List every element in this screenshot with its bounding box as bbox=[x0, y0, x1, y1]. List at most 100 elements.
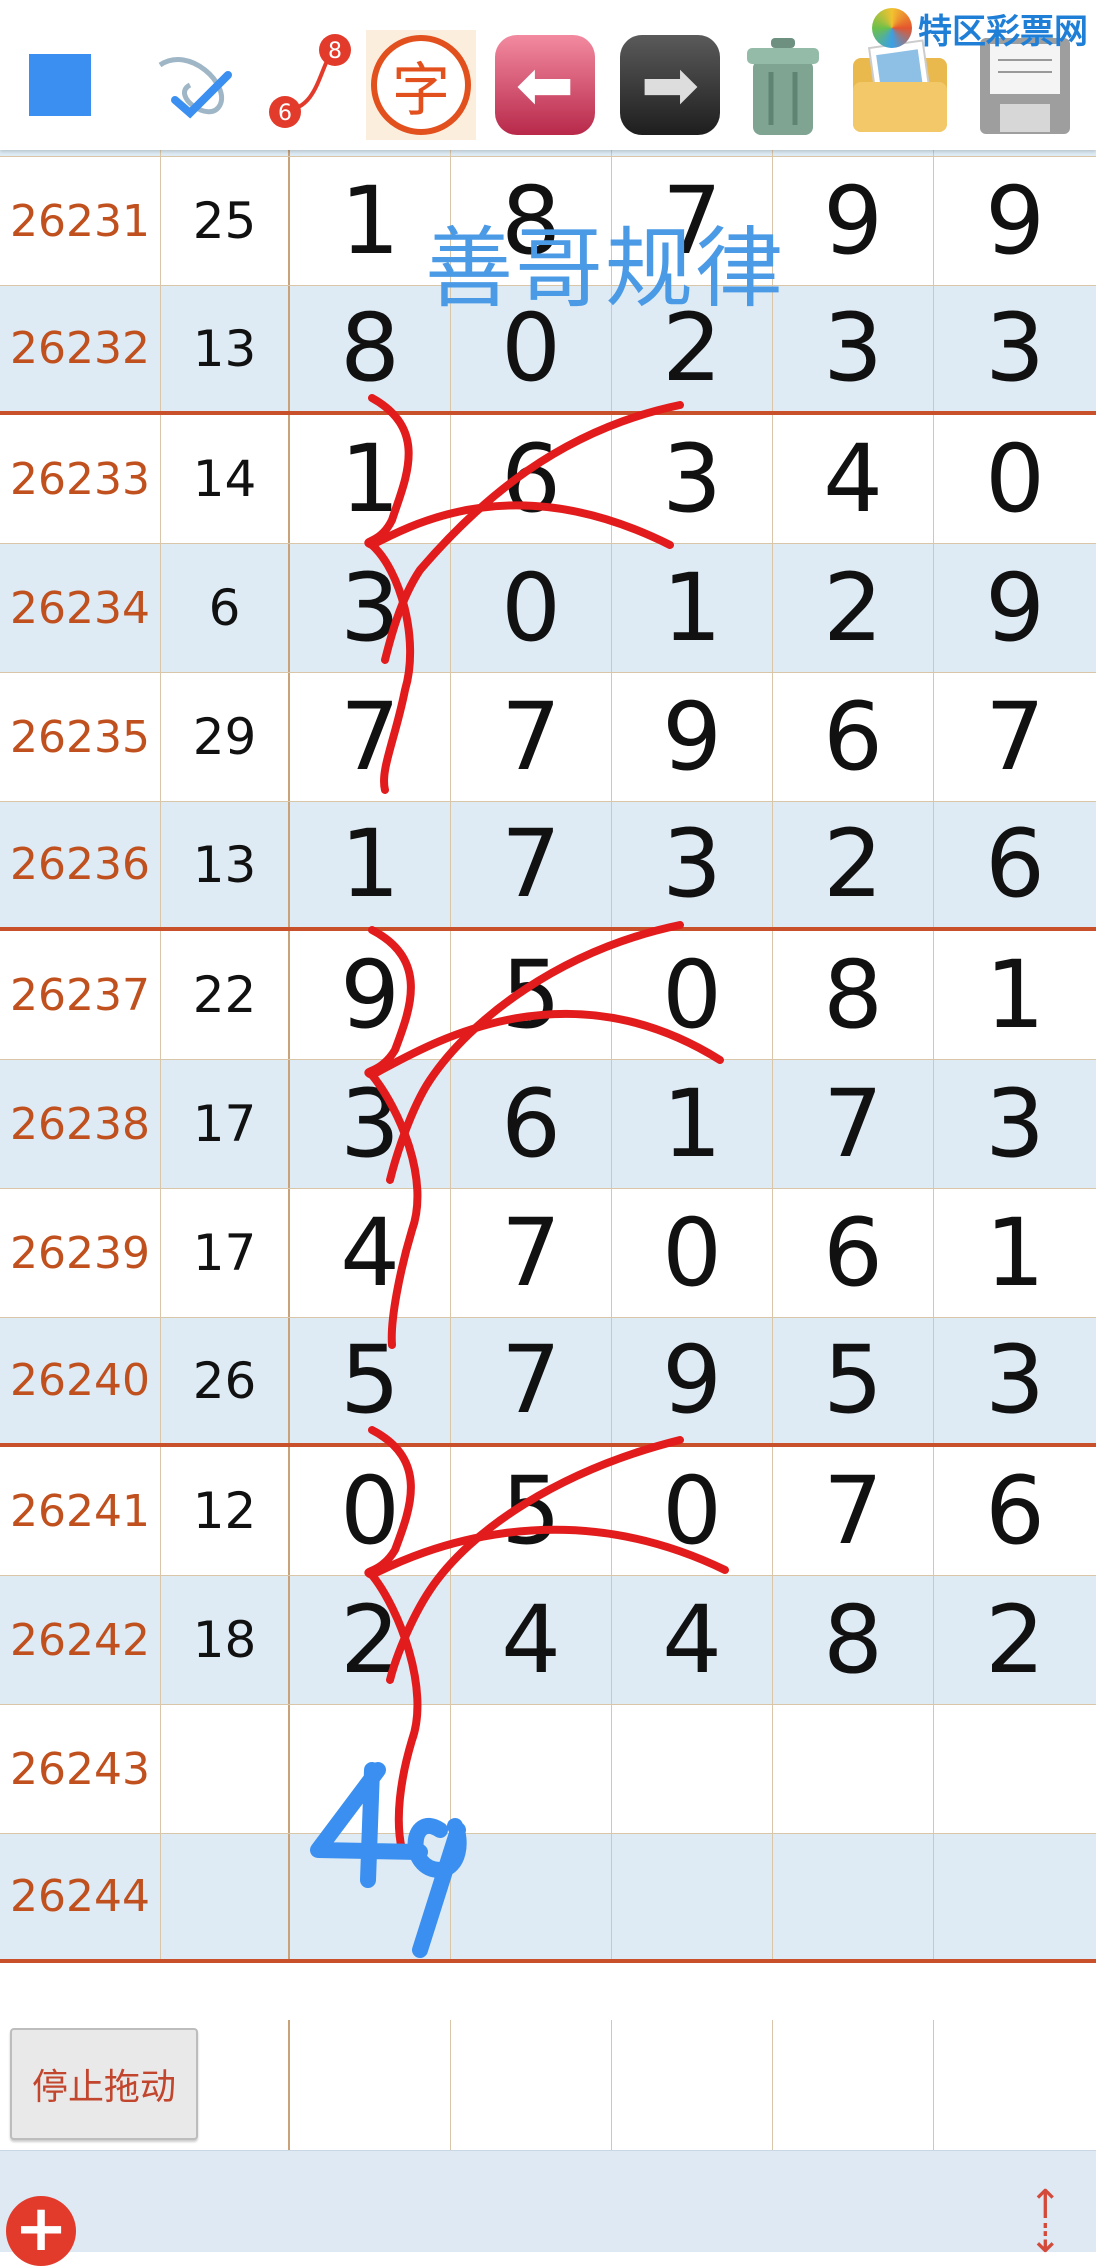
footer-cell bbox=[773, 2020, 934, 2150]
digit-cell[interactable] bbox=[612, 1834, 773, 1959]
digit-cell[interactable]: 6 bbox=[773, 673, 934, 801]
footer-cell bbox=[451, 2020, 612, 2150]
digit-cell[interactable]: 2 bbox=[934, 1576, 1096, 1704]
digit-cell[interactable]: 3 bbox=[290, 544, 451, 672]
digit-cell[interactable]: 5 bbox=[451, 1447, 612, 1575]
digit-cell[interactable]: 1 bbox=[934, 931, 1096, 1059]
sum-value: 13 bbox=[161, 802, 290, 927]
digit-cell[interactable]: 3 bbox=[934, 1318, 1096, 1443]
digit-cell[interactable]: 1 bbox=[612, 1060, 773, 1188]
site-logo: 特区彩票网 bbox=[872, 6, 1088, 52]
digit-cell[interactable]: 7 bbox=[451, 1189, 612, 1317]
digit-cell[interactable]: 4 bbox=[290, 1189, 451, 1317]
digit-cell[interactable]: 3 bbox=[773, 286, 934, 411]
scroll-arrows-icon[interactable]: ↑ ⇣ bbox=[1028, 2185, 1062, 2259]
digit-cell[interactable]: 3 bbox=[612, 802, 773, 927]
digit-cell[interactable]: 7 bbox=[773, 1060, 934, 1188]
digit-cell[interactable] bbox=[934, 1705, 1096, 1833]
digit-cell[interactable]: 0 bbox=[934, 415, 1096, 543]
digit-cell[interactable]: 5 bbox=[451, 931, 612, 1059]
digit-cell[interactable]: 3 bbox=[934, 286, 1096, 411]
digit-cell[interactable]: 8 bbox=[773, 1576, 934, 1704]
pen-check-icon[interactable] bbox=[140, 30, 250, 140]
stop-drag-button[interactable]: 停止拖动 bbox=[10, 2028, 198, 2140]
digit-cell[interactable]: 5 bbox=[290, 1318, 451, 1443]
digit-cell[interactable] bbox=[290, 1705, 451, 1833]
table-row: 26241 12 0 5 0 7 6 bbox=[0, 1447, 1096, 1576]
digit-cell[interactable]: 9 bbox=[612, 673, 773, 801]
digit-cell[interactable]: 4 bbox=[451, 1576, 612, 1704]
table-row: 26244 bbox=[0, 1834, 1096, 1963]
digit-cell[interactable]: 2 bbox=[773, 544, 934, 672]
forward-arrow-icon[interactable]: ➡ bbox=[615, 30, 725, 140]
sum-value bbox=[161, 1834, 290, 1959]
digit-cell[interactable]: 9 bbox=[290, 931, 451, 1059]
sum-value: 14 bbox=[161, 415, 290, 543]
digit-cell[interactable]: 0 bbox=[612, 1189, 773, 1317]
zi-character-icon[interactable]: 字 bbox=[366, 30, 476, 140]
digit-cell[interactable]: 7 bbox=[451, 802, 612, 927]
digit-cell[interactable]: 0 bbox=[612, 931, 773, 1059]
table-row: 26236 13 1 7 3 2 6 bbox=[0, 802, 1096, 931]
digit-cell[interactable]: 7 bbox=[290, 673, 451, 801]
digit-cell[interactable]: 6 bbox=[934, 802, 1096, 927]
digit-cell[interactable]: 3 bbox=[934, 1060, 1096, 1188]
sum-value: 13 bbox=[161, 286, 290, 411]
digit-cell[interactable]: 6 bbox=[773, 1189, 934, 1317]
digit-cell[interactable] bbox=[612, 1705, 773, 1833]
watermark-text: 善哥规律 bbox=[425, 217, 786, 320]
digit-cell[interactable]: 2 bbox=[773, 802, 934, 927]
digit-cell[interactable]: 3 bbox=[290, 1060, 451, 1188]
sum-value: 12 bbox=[161, 1447, 290, 1575]
footer-cell bbox=[290, 2020, 451, 2150]
digit-cell[interactable] bbox=[934, 1834, 1096, 1959]
table-row: 26238 17 3 6 1 7 3 bbox=[0, 1060, 1096, 1189]
digit-cell[interactable]: 9 bbox=[934, 544, 1096, 672]
sum-value: 29 bbox=[161, 673, 290, 801]
digit-cell[interactable] bbox=[451, 1834, 612, 1959]
issue-number: 26236 bbox=[0, 802, 161, 927]
issue-number: 26232 bbox=[0, 286, 161, 411]
sum-value: 25 bbox=[161, 157, 290, 285]
issue-number: 26243 bbox=[0, 1705, 161, 1833]
digit-cell[interactable]: 4 bbox=[612, 1576, 773, 1704]
digit-cell[interactable]: 1 bbox=[290, 415, 451, 543]
digit-cell[interactable]: 1 bbox=[934, 1189, 1096, 1317]
digit-cell[interactable]: 1 bbox=[612, 544, 773, 672]
lottery-table: 2623027946832623125187992623213802332623… bbox=[0, 0, 1096, 2251]
back-arrow-icon[interactable]: ⬅ bbox=[490, 30, 600, 140]
digit-cell[interactable]: 0 bbox=[612, 1447, 773, 1575]
digit-cell[interactable]: 0 bbox=[290, 1447, 451, 1575]
blue-square-icon[interactable] bbox=[5, 30, 115, 140]
digit-cell[interactable]: 5 bbox=[773, 1318, 934, 1443]
digit-cell[interactable]: 2 bbox=[290, 1576, 451, 1704]
digit-cell[interactable]: 4 bbox=[773, 415, 934, 543]
digit-cell[interactable]: 8 bbox=[773, 931, 934, 1059]
sum-value: 18 bbox=[161, 1576, 290, 1704]
digit-cell[interactable]: 9 bbox=[934, 157, 1096, 285]
digit-cell[interactable]: 7 bbox=[451, 673, 612, 801]
sum-value: 17 bbox=[161, 1060, 290, 1188]
digit-cell[interactable]: 3 bbox=[612, 415, 773, 543]
digit-cell[interactable]: 6 bbox=[451, 415, 612, 543]
issue-number: 26242 bbox=[0, 1576, 161, 1704]
issue-number: 26241 bbox=[0, 1447, 161, 1575]
digit-cell[interactable] bbox=[773, 1705, 934, 1833]
issue-number: 26240 bbox=[0, 1318, 161, 1443]
digit-cell[interactable]: 6 bbox=[451, 1060, 612, 1188]
digit-cell[interactable]: 0 bbox=[451, 544, 612, 672]
digit-cell[interactable] bbox=[773, 1834, 934, 1959]
digit-cell[interactable]: 9 bbox=[773, 157, 934, 285]
digit-cell[interactable]: 1 bbox=[290, 802, 451, 927]
digit-cell[interactable]: 7 bbox=[451, 1318, 612, 1443]
connect-nodes-icon[interactable]: 68 bbox=[255, 30, 365, 140]
plus-icon[interactable]: + bbox=[6, 2196, 76, 2266]
trash-can-icon[interactable] bbox=[728, 30, 838, 140]
digit-cell[interactable]: 7 bbox=[773, 1447, 934, 1575]
digit-cell[interactable]: 9 bbox=[612, 1318, 773, 1443]
digit-cell[interactable] bbox=[451, 1705, 612, 1833]
digit-cell[interactable]: 7 bbox=[934, 673, 1096, 801]
digit-cell[interactable]: 6 bbox=[934, 1447, 1096, 1575]
table-row: 26239 17 4 7 0 6 1 bbox=[0, 1189, 1096, 1318]
digit-cell[interactable] bbox=[290, 1834, 451, 1959]
